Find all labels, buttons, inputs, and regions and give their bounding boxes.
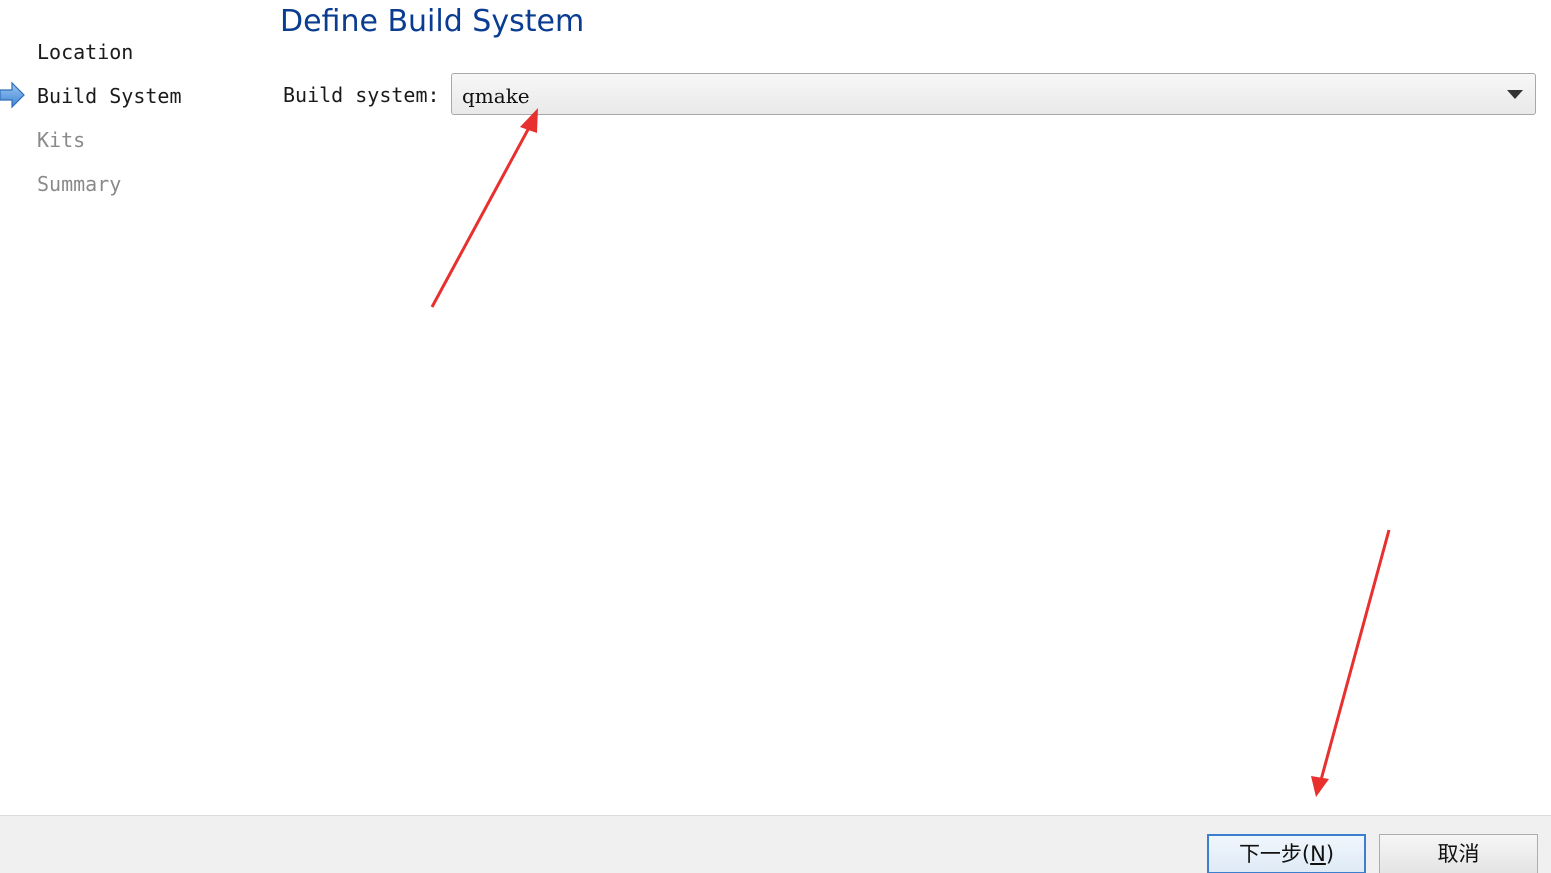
annotation-arrow-to-combobox bbox=[430, 108, 538, 308]
wizard-window: Location Build System Kits Summary Defin… bbox=[0, 0, 1551, 873]
current-step-arrow-icon bbox=[0, 81, 25, 109]
build-system-value: qmake bbox=[462, 84, 530, 108]
page-title: Define Build System bbox=[280, 4, 585, 39]
button-bar: 下一步(N) 取消 bbox=[0, 815, 1551, 873]
step-kits: Kits bbox=[37, 128, 86, 152]
next-button-mnemonic: N bbox=[1310, 842, 1326, 866]
build-system-combobox[interactable]: qmake bbox=[451, 73, 1536, 115]
annotation-overlay bbox=[430, 108, 1391, 797]
chevron-down-icon[interactable] bbox=[1507, 90, 1523, 99]
step-location: Location bbox=[37, 40, 134, 64]
cancel-button[interactable]: 取消 bbox=[1379, 834, 1538, 873]
step-summary: Summary bbox=[37, 172, 122, 196]
next-button-label-end: ) bbox=[1325, 842, 1335, 866]
annotation-arrow-to-next-button bbox=[1311, 529, 1391, 797]
next-button[interactable]: 下一步(N) bbox=[1207, 834, 1366, 873]
build-system-label: Build system: bbox=[283, 83, 440, 107]
next-button-label: 下一步( bbox=[1238, 842, 1311, 866]
step-build-system: Build System bbox=[37, 84, 182, 108]
